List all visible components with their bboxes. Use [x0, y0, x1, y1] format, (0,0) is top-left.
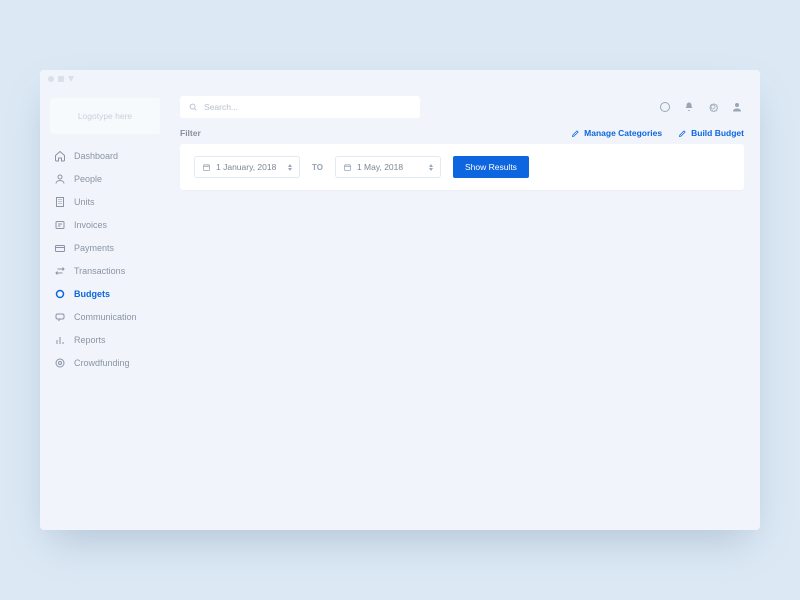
logo-placeholder: Logotype here: [50, 98, 160, 134]
sidebar-item-payments[interactable]: Payments: [40, 236, 170, 259]
sidebar-item-reports[interactable]: Reports: [40, 328, 170, 351]
date-from-input[interactable]: 1 January, 2018: [194, 156, 300, 178]
home-icon: [54, 150, 66, 162]
search-box[interactable]: [180, 96, 420, 118]
sidebar-item-invoices[interactable]: Invoices: [40, 213, 170, 236]
sidebar-item-units[interactable]: Units: [40, 190, 170, 213]
person-icon: [54, 173, 66, 185]
chat-icon: [54, 311, 66, 323]
user-avatar-icon[interactable]: [730, 100, 744, 114]
filter-card: 1 January, 2018 TO 1 May, 2018 Show Resu…: [180, 144, 744, 190]
gear-icon[interactable]: [706, 100, 720, 114]
sidebar-item-label: People: [74, 174, 102, 184]
sidebar-item-label: Units: [74, 197, 95, 207]
topbar: [180, 96, 744, 118]
date-to-input[interactable]: 1 May, 2018: [335, 156, 441, 178]
sidebar-item-communication[interactable]: Communication: [40, 305, 170, 328]
action-link-label: Manage Categories: [584, 128, 662, 138]
stepper-icon[interactable]: [288, 164, 292, 171]
sidebar-item-crowdfunding[interactable]: Crowdfunding: [40, 351, 170, 374]
help-icon[interactable]: [658, 100, 672, 114]
sidebar-nav: Dashboard People Units: [40, 144, 170, 374]
sidebar-item-label: Communication: [74, 312, 137, 322]
main-content: Filter Manage Categories Build Budget 1 …: [170, 88, 760, 530]
to-label: TO: [312, 163, 323, 172]
sidebar-item-people[interactable]: People: [40, 167, 170, 190]
traffic-light-filter-icon[interactable]: [68, 76, 74, 82]
search-icon: [188, 102, 198, 112]
app-body: Logotype here Dashboard People: [40, 88, 760, 530]
pencil-icon: [571, 129, 580, 138]
traffic-light-square-icon[interactable]: [58, 76, 64, 82]
build-budget-link[interactable]: Build Budget: [678, 128, 744, 138]
sidebar-item-label: Transactions: [74, 266, 125, 276]
budgets-icon: [54, 288, 66, 300]
sidebar-item-label: Crowdfunding: [74, 358, 130, 368]
date-from-value: 1 January, 2018: [216, 162, 283, 172]
manage-categories-link[interactable]: Manage Categories: [571, 128, 662, 138]
pencil-icon: [678, 129, 687, 138]
date-to-value: 1 May, 2018: [357, 162, 424, 172]
sidebar-item-label: Reports: [74, 335, 106, 345]
search-input[interactable]: [204, 102, 412, 112]
sidebar-item-label: Payments: [74, 243, 114, 253]
calendar-icon: [202, 163, 211, 172]
action-link-label: Build Budget: [691, 128, 744, 138]
transactions-icon: [54, 265, 66, 277]
filter-heading: Filter: [180, 128, 201, 138]
sidebar-item-label: Invoices: [74, 220, 107, 230]
sidebar-item-budgets[interactable]: Budgets: [40, 282, 170, 305]
traffic-light-dot-icon[interactable]: [48, 76, 54, 82]
wallet-icon: [54, 242, 66, 254]
sidebar: Logotype here Dashboard People: [40, 88, 170, 530]
sidebar-item-label: Dashboard: [74, 151, 118, 161]
logo-text: Logotype here: [78, 111, 132, 121]
sidebar-item-dashboard[interactable]: Dashboard: [40, 144, 170, 167]
invoice-icon: [54, 219, 66, 231]
bar-chart-icon: [54, 334, 66, 346]
sidebar-item-label: Budgets: [74, 289, 110, 299]
bell-icon[interactable]: [682, 100, 696, 114]
calendar-icon: [343, 163, 352, 172]
window-titlebar: [40, 70, 760, 88]
sidebar-item-transactions[interactable]: Transactions: [40, 259, 170, 282]
filter-header: Filter Manage Categories Build Budget: [180, 128, 744, 138]
target-icon: [54, 357, 66, 369]
stepper-icon[interactable]: [429, 164, 433, 171]
app-window: Logotype here Dashboard People: [40, 70, 760, 530]
building-icon: [54, 196, 66, 208]
show-results-button[interactable]: Show Results: [453, 156, 529, 178]
